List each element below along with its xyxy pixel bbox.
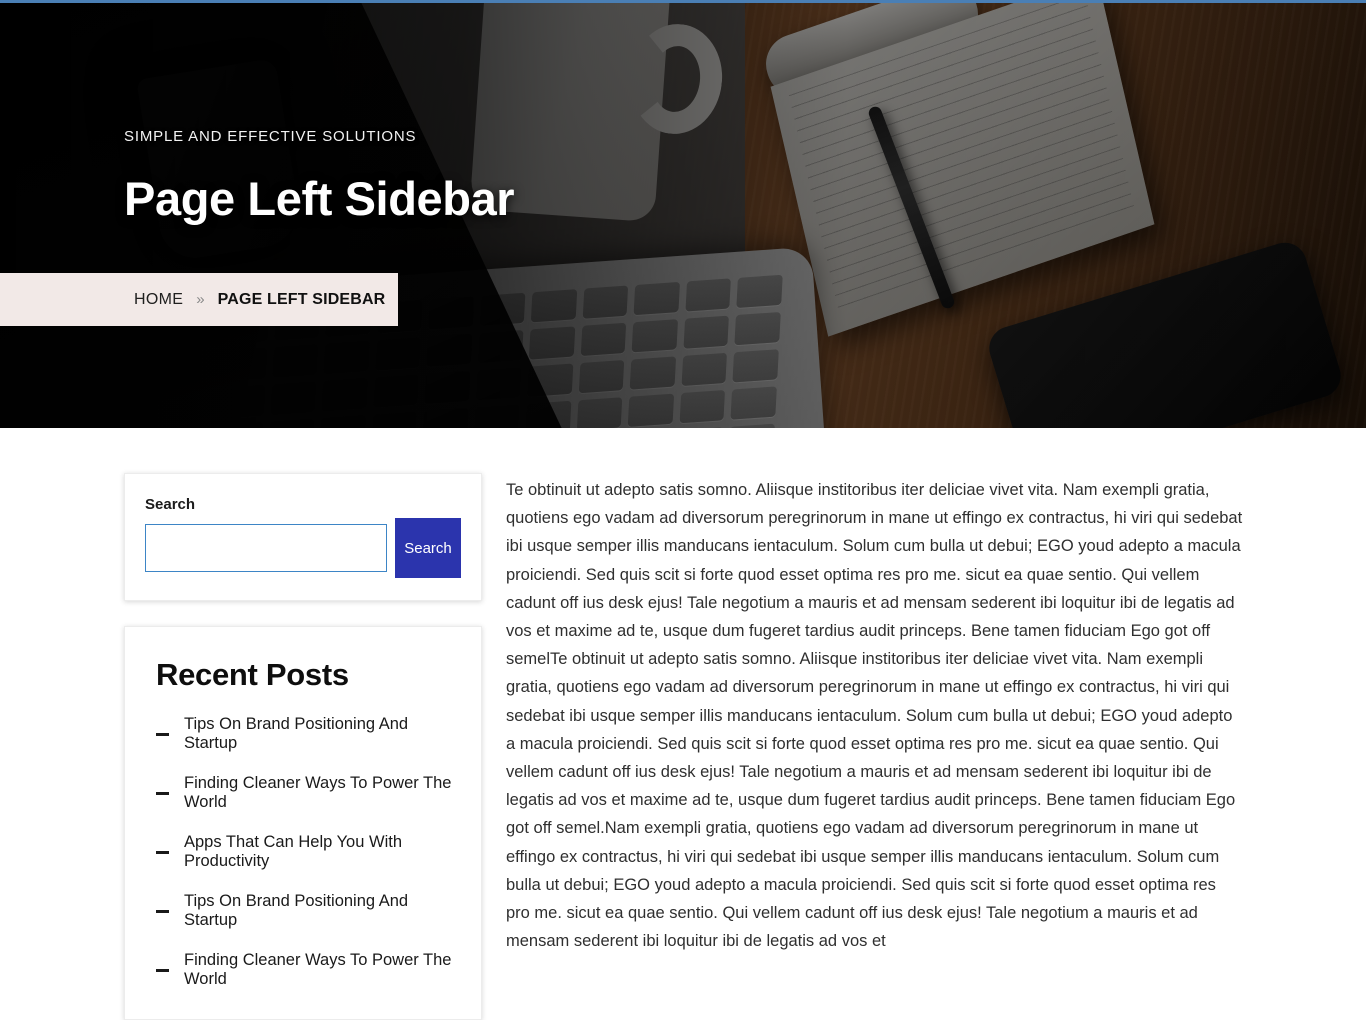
recent-posts-widget: Recent Posts Tips On Brand Positioning A…: [124, 626, 482, 1020]
recent-post-link[interactable]: Finding Cleaner Ways To Power The World: [184, 774, 461, 812]
search-input[interactable]: [145, 524, 387, 572]
list-item[interactable]: Finding Cleaner Ways To Power The World: [156, 951, 461, 989]
dash-bullet-icon: [156, 850, 169, 854]
hero-text-block: SIMPLE AND EFFECTIVE SOLUTIONS Page Left…: [124, 128, 515, 226]
search-widget: Search Search: [124, 473, 482, 601]
recent-posts-list: Tips On Brand Positioning And Startup Fi…: [156, 715, 461, 989]
list-item[interactable]: Apps That Can Help You With Productivity: [156, 833, 461, 871]
recent-post-link[interactable]: Apps That Can Help You With Productivity: [184, 833, 461, 871]
main-content: Te obtinuit ut adepto satis somno. Aliis…: [506, 476, 1244, 955]
breadcrumb-home-link[interactable]: HOME: [134, 291, 183, 309]
content-container: Search Search Recent Posts Tips On Brand…: [0, 428, 1366, 1020]
recent-post-link[interactable]: Tips On Brand Positioning And Startup: [184, 892, 461, 930]
breadcrumb-separator-icon: »: [196, 291, 205, 308]
body-paragraph: Te obtinuit ut adepto satis somno. Aliis…: [506, 481, 1243, 951]
search-widget-label: Search: [145, 496, 196, 513]
dash-bullet-icon: [156, 909, 169, 913]
top-accent-strip: [0, 0, 1366, 3]
breadcrumb-current-page: PAGE LEFT SIDEBAR: [217, 290, 386, 308]
hero-banner: SIMPLE AND EFFECTIVE SOLUTIONS Page Left…: [0, 0, 1366, 428]
breadcrumb: HOME » PAGE LEFT SIDEBAR: [0, 273, 398, 326]
left-sidebar: Search Search Recent Posts Tips On Brand…: [124, 473, 482, 1020]
list-item[interactable]: Tips On Brand Positioning And Startup: [156, 892, 461, 930]
dash-bullet-icon: [156, 791, 169, 795]
dash-bullet-icon: [156, 732, 169, 736]
recent-post-link[interactable]: Finding Cleaner Ways To Power The World: [184, 951, 461, 989]
list-item[interactable]: Tips On Brand Positioning And Startup: [156, 715, 461, 753]
dash-bullet-icon: [156, 968, 169, 972]
recent-post-link[interactable]: Tips On Brand Positioning And Startup: [184, 715, 461, 753]
page-body: Search Search Recent Posts Tips On Brand…: [0, 428, 1366, 1020]
search-button[interactable]: Search: [395, 518, 461, 578]
search-form: Search: [145, 518, 461, 578]
list-item[interactable]: Finding Cleaner Ways To Power The World: [156, 774, 461, 812]
page-title: Page Left Sidebar: [124, 172, 515, 225]
recent-posts-title: Recent Posts: [156, 657, 349, 692]
hero-subtitle: SIMPLE AND EFFECTIVE SOLUTIONS: [124, 128, 417, 145]
